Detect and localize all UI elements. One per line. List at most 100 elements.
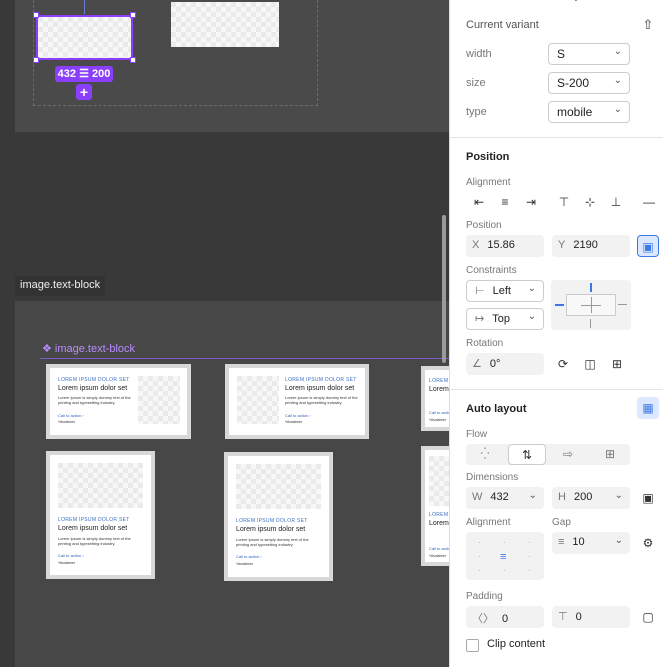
card-disclaimer: *disclaimer bbox=[429, 554, 447, 558]
horizontal-padding-input[interactable]: 〈〉 0 bbox=[466, 606, 544, 628]
card-vertical[interactable]: LOREM IPSUM DOLOR SET Lorem ipsum dolor … bbox=[46, 451, 155, 579]
constraint-right[interactable] bbox=[618, 304, 627, 305]
flow-grid-icon[interactable]: ⊞ bbox=[599, 443, 621, 465]
align-center-active-icon[interactable]: ≡ bbox=[500, 551, 506, 563]
rotate-icon[interactable]: ⟳ bbox=[552, 353, 574, 375]
vertical-constraint-select[interactable]: ↦ Top ⌄ bbox=[466, 308, 544, 330]
constraint-bottom[interactable] bbox=[590, 319, 591, 328]
rotation-label: Rotation bbox=[466, 338, 504, 349]
rotation-input[interactable]: ∠ 0° bbox=[466, 353, 544, 375]
selected-placeholder-image[interactable] bbox=[36, 15, 133, 60]
variant-size-select[interactable]: S-200 ⌄ bbox=[548, 72, 630, 94]
height-input[interactable]: H 200 ⌄ bbox=[552, 487, 630, 509]
variant-width-select[interactable]: S ⌄ bbox=[548, 43, 630, 65]
vertical-padding-input[interactable]: ⊤ 0 bbox=[552, 606, 630, 628]
constraint-left-active[interactable] bbox=[555, 304, 564, 306]
resize-handle[interactable] bbox=[33, 57, 39, 63]
h-label: H bbox=[558, 491, 566, 503]
card-disclaimer: *disclaimer bbox=[429, 418, 447, 422]
variant-size-value: S-200 bbox=[557, 76, 590, 90]
clip-content-checkbox[interactable] bbox=[466, 639, 479, 652]
variant-type-value: mobile bbox=[557, 105, 593, 119]
component-label[interactable]: ❖ image.text-block bbox=[42, 342, 135, 355]
chevron-down-icon: ⌄ bbox=[528, 490, 537, 501]
gap-value: 10 bbox=[572, 536, 585, 548]
card-disclaimer: *disclaimer bbox=[236, 562, 254, 566]
auto-layout-settings-icon[interactable]: ▦ bbox=[637, 397, 659, 419]
individual-padding-icon[interactable]: ▢ bbox=[637, 606, 659, 628]
absolute-position-icon[interactable]: ▣ bbox=[637, 235, 659, 257]
constraint-widget[interactable] bbox=[551, 280, 631, 330]
y-position-input[interactable]: Y 2190 bbox=[552, 235, 630, 257]
align-top-icon[interactable]: ⊤ bbox=[553, 191, 575, 213]
flow-horizontal-icon[interactable]: ⇨ bbox=[557, 443, 579, 465]
vertical-constraint-value: Top bbox=[492, 313, 510, 325]
horizontal-constraint-value: Left bbox=[492, 285, 511, 297]
guide-line bbox=[84, 0, 85, 14]
align-center-h-icon[interactable]: ≡ bbox=[494, 191, 516, 213]
component-icon[interactable]: ◊ bbox=[565, 0, 587, 8]
align-bottom-icon[interactable]: ⊥ bbox=[605, 191, 627, 213]
vertical-padding-icon: ⊤ bbox=[558, 611, 568, 623]
chevron-down-icon: ⌄ bbox=[613, 46, 622, 57]
auto-layout-title: Auto layout bbox=[466, 403, 527, 415]
card-image bbox=[138, 376, 180, 424]
card-cta: Call to action › bbox=[285, 413, 311, 418]
flow-vertical-icon[interactable]: ⇅ bbox=[508, 444, 546, 465]
resize-handle[interactable] bbox=[130, 57, 136, 63]
h-value: 200 bbox=[573, 491, 593, 503]
width-input[interactable]: W 432 ⌄ bbox=[466, 487, 544, 509]
flow-freeform-icon[interactable]: ⁛ bbox=[474, 443, 496, 465]
placeholder-image[interactable] bbox=[171, 2, 279, 47]
align-right-icon[interactable]: ⇥ bbox=[520, 191, 542, 213]
align-dot[interactable]: · bbox=[528, 552, 531, 561]
flip-vertical-icon[interactable]: ⊞ bbox=[606, 353, 628, 375]
canvas[interactable]: 432 ☰ 200 + image.text-block ❖ image.tex… bbox=[0, 0, 461, 667]
upload-icon[interactable]: ⇧ bbox=[637, 14, 659, 36]
constraints-label: Constraints bbox=[466, 265, 517, 276]
alignment-grid[interactable]: · · · · ≡ · · · · bbox=[466, 532, 544, 580]
gap-label: Gap bbox=[552, 517, 571, 528]
resize-handle[interactable] bbox=[33, 12, 39, 18]
current-variant-title: Current variant bbox=[466, 19, 539, 31]
card-heading: Lorem ipsum dolor set bbox=[58, 385, 128, 392]
align-dot[interactable]: · bbox=[478, 552, 481, 561]
card-vertical[interactable]: LOREM IPSUM DOLOR SET Lorem ipsum dolor … bbox=[224, 452, 333, 581]
padding-v-value: 0 bbox=[575, 611, 582, 623]
card-eyebrow: LOREM IPSUM DOLOR SET bbox=[285, 377, 357, 383]
align-dot[interactable]: · bbox=[528, 538, 531, 547]
layout-settings-icon[interactable]: ⚙ bbox=[637, 532, 659, 554]
canvas-scrollbar[interactable] bbox=[442, 215, 446, 363]
add-auto-layout-button[interactable]: + bbox=[76, 84, 92, 100]
resize-handle[interactable] bbox=[130, 12, 136, 18]
align-middle-v-icon[interactable]: ⊹ bbox=[579, 191, 601, 213]
chevron-down-icon: ⌄ bbox=[527, 283, 536, 294]
dimension-badge: 432 ☰ 200 bbox=[55, 66, 113, 82]
variant-type-select[interactable]: mobile ⌄ bbox=[548, 101, 630, 123]
align-dot[interactable]: · bbox=[503, 538, 506, 547]
x-position-input[interactable]: X 15.86 bbox=[466, 235, 544, 257]
card-horizontal[interactable]: LOREM IPSUM DOLOR SET Lorem ipsum dolor … bbox=[225, 364, 369, 439]
resize-to-fit-icon[interactable]: ▣ bbox=[637, 487, 659, 509]
align-left-icon[interactable]: ⇤ bbox=[468, 191, 490, 213]
distribute-icon[interactable]: — bbox=[638, 191, 660, 213]
gap-input[interactable]: ≡ 10 ⌄ bbox=[552, 532, 630, 554]
align-dot[interactable]: · bbox=[478, 538, 481, 547]
align-dot[interactable]: · bbox=[478, 566, 481, 575]
card-horizontal[interactable]: LOREM IPSUM DOLOR SET Lorem ipsum dolor … bbox=[46, 364, 191, 439]
chevron-down-icon: ⌄ bbox=[614, 535, 623, 546]
flip-horizontal-icon[interactable]: ◫ bbox=[579, 353, 601, 375]
constraint-center-v[interactable] bbox=[591, 297, 592, 313]
card-disclaimer: *disclaimer bbox=[285, 420, 303, 424]
align-dot[interactable]: · bbox=[528, 566, 531, 575]
card-eyebrow: LOREM IPSUM DOLOR SET bbox=[58, 377, 130, 383]
more-icon[interactable]: ⋯ bbox=[588, 0, 610, 8]
clip-content-label: Clip content bbox=[487, 638, 546, 650]
horizontal-constraint-select[interactable]: ⊢ Left ⌄ bbox=[466, 280, 544, 302]
frame-label[interactable]: image.text-block bbox=[15, 276, 106, 296]
constraint-top-active[interactable] bbox=[590, 283, 592, 292]
flow-label: Flow bbox=[466, 429, 488, 440]
card-body: Lorem Ipsum is simply dummy text of the … bbox=[285, 395, 358, 405]
align-dot[interactable]: · bbox=[503, 566, 506, 575]
y-value: 2190 bbox=[573, 239, 598, 251]
